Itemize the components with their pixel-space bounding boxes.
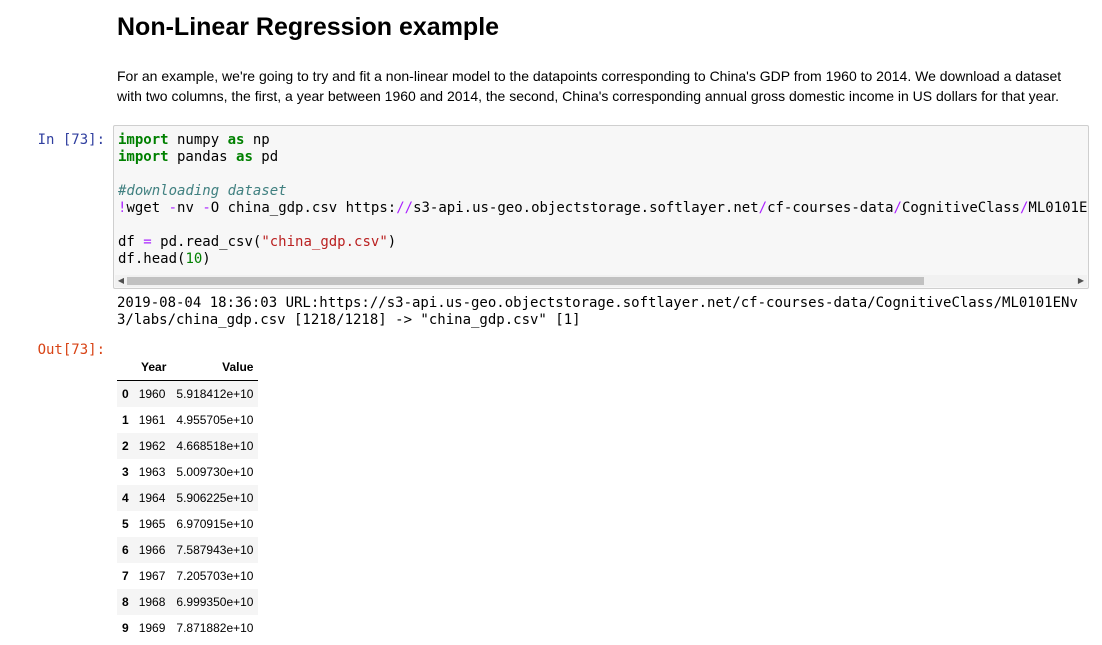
row-index: 1 <box>122 413 129 427</box>
row-index: 2 <box>122 439 129 453</box>
cell-year: 1967 <box>138 569 166 583</box>
code-text: np <box>244 132 270 148</box>
scroll-right-icon[interactable]: ▶ <box>1075 275 1087 287</box>
cell-year: 1965 <box>138 517 166 531</box>
code-operator: // <box>396 200 414 216</box>
row-index: 9 <box>122 621 129 635</box>
table-row: 7 1967 7.205703e+10 <box>117 563 258 589</box>
intro-paragraph-line-2: with two columns, the first, a year betw… <box>117 88 1059 104</box>
code-text: wget <box>126 200 169 216</box>
input-prompt: In [73]: <box>37 132 105 148</box>
code-editor[interactable]: import numpy as np import pandas as pd #… <box>118 132 1088 268</box>
code-keyword: import <box>118 149 169 165</box>
code-text: df.head( <box>118 251 186 267</box>
table-header-row: Year Value <box>117 354 259 381</box>
code-operator: / <box>893 200 902 216</box>
cell-year: 1969 <box>138 621 166 635</box>
code-text: ) <box>202 251 211 267</box>
code-string: "china_gdp.csv" <box>261 234 388 250</box>
table-row: 5 1965 6.970915e+10 <box>117 511 258 537</box>
code-operator: / <box>758 200 768 216</box>
code-text: cf-courses-data <box>767 200 894 216</box>
code-keyword: as <box>227 132 245 148</box>
output-prompt: Out[73]: <box>37 342 105 358</box>
table-row: 0 1960 5.918412e+10 <box>117 380 259 407</box>
stream-output: 2019-08-04 18:36:03 URL:https://s3-api.u… <box>117 295 1078 329</box>
code-operator: - <box>202 200 211 216</box>
code-input-area[interactable]: import numpy as np import pandas as pd #… <box>113 125 1089 289</box>
row-index: 3 <box>122 465 129 479</box>
code-number: 10 <box>185 251 203 267</box>
index-header <box>117 354 134 381</box>
intro-paragraph: For an example, we're going to try and f… <box>117 66 1077 106</box>
code-text: ML0101ENv3/labs/china_gdp.csv <box>1028 200 1088 216</box>
stream-line-1: 2019-08-04 18:36:03 URL:https://s3-api.u… <box>117 295 1078 311</box>
cell-year: 1964 <box>138 491 166 505</box>
cell-year: 1960 <box>138 387 166 401</box>
cell-value: 5.009730e+10 <box>176 465 254 479</box>
cell-year: 1963 <box>138 465 166 479</box>
page-title: Non-Linear Regression example <box>117 13 500 41</box>
table-row: 2 1962 4.668518e+10 <box>117 433 259 459</box>
code-text: df <box>118 234 144 250</box>
code-text: pd.read_csv( <box>151 234 262 250</box>
cell-year: 1968 <box>138 595 166 609</box>
row-index: 7 <box>122 569 129 583</box>
intro-paragraph-line-1: For an example, we're going to try and f… <box>117 68 1062 84</box>
code-keyword: as <box>236 149 253 165</box>
scroll-left-icon[interactable]: ◀ <box>115 275 127 287</box>
table-row: 1 1961 4.955705e+10 <box>117 407 258 433</box>
code-text: ) <box>387 234 397 250</box>
column-header-year: Year <box>133 354 172 381</box>
cell-year: 1961 <box>138 413 166 427</box>
code-text: numpy <box>168 132 228 148</box>
cell-value: 7.871882e+10 <box>176 621 254 635</box>
row-index: 4 <box>122 491 129 505</box>
row-index: 0 <box>122 387 129 401</box>
table-row: 3 1963 5.009730e+10 <box>117 459 258 485</box>
column-header-value: Value <box>171 354 259 381</box>
table-row: 4 1964 5.906225e+10 <box>117 485 259 511</box>
code-operator: - <box>168 200 178 216</box>
cell-value: 7.205703e+10 <box>176 569 254 583</box>
code-text: pandas <box>168 149 237 165</box>
row-index: 6 <box>122 543 129 557</box>
table-row: 9 1969 7.871882e+10 <box>117 615 258 641</box>
dataframe-table: Year Value 0 1960 5.918412e+10 1 1961 4.95570… <box>117 354 259 641</box>
cell-year: 1966 <box>138 543 166 557</box>
stream-line-2: 3/labs/china_gdp.csv [1218/1218] -> "chi… <box>117 312 581 328</box>
code-text: CognitiveClass <box>901 200 1020 216</box>
cell-value: 4.955705e+10 <box>176 413 254 427</box>
row-index: 5 <box>122 517 129 531</box>
cell-year: 1962 <box>138 439 166 453</box>
table-row: 8 1968 6.999350e+10 <box>117 589 259 615</box>
code-text: O china_gdp.csv https: <box>210 200 397 216</box>
cell-value: 4.668518e+10 <box>176 439 254 453</box>
cell-value: 6.999350e+10 <box>176 595 254 609</box>
cell-value: 5.906225e+10 <box>176 491 254 505</box>
code-text: s3-api.us-geo.objectstorage.softlayer.ne… <box>413 200 759 216</box>
code-text: nv <box>177 200 203 216</box>
cell-value: 5.918412e+10 <box>176 387 254 401</box>
horizontal-scrollbar[interactable]: ◀ ▶ <box>115 275 1087 287</box>
code-operator: = <box>143 234 152 250</box>
code-keyword: import <box>118 132 169 148</box>
cell-value: 7.587943e+10 <box>176 543 254 557</box>
cell-value: 6.970915e+10 <box>176 517 254 531</box>
code-comment: #downloading dataset <box>118 183 287 199</box>
table-row: 6 1966 7.587943e+10 <box>117 537 259 563</box>
code-text: pd <box>252 149 279 165</box>
row-index: 8 <box>122 595 129 609</box>
scrollbar-thumb[interactable] <box>127 277 924 285</box>
